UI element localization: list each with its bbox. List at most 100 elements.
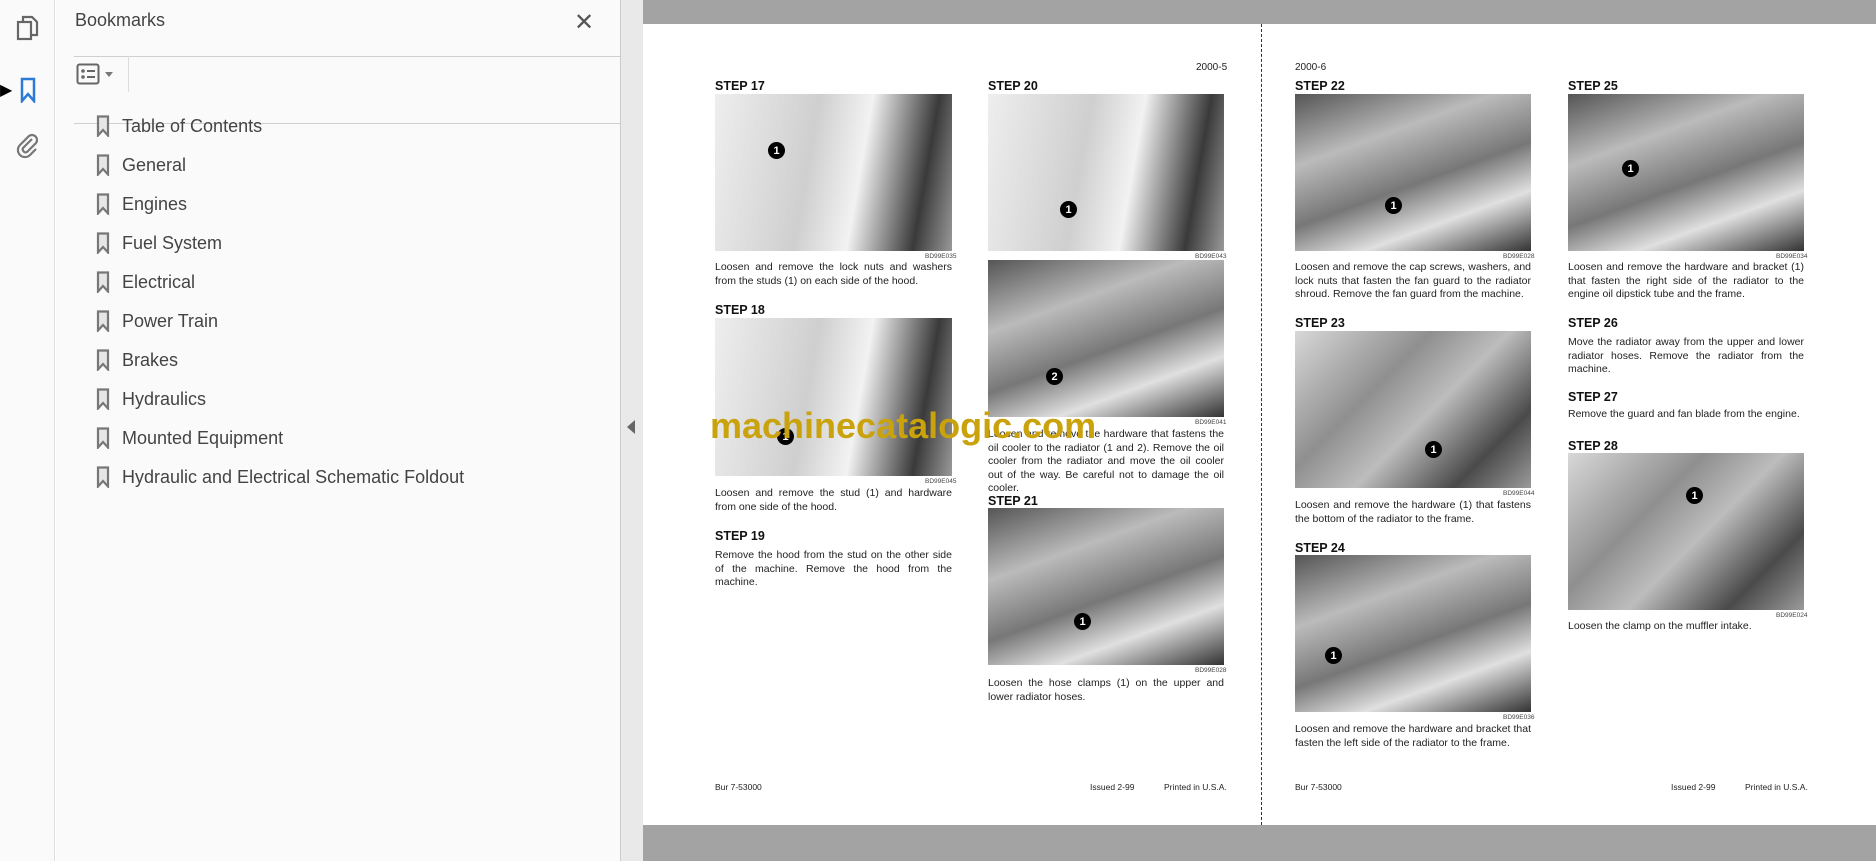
figure-code: BD99E028 [1195, 667, 1227, 674]
callout-number: 1 [1060, 201, 1077, 218]
footer-doc-number: Bur 7-53000 [1295, 782, 1342, 792]
step-photo: 1 [715, 318, 952, 476]
step-text: Loosen and remove the hardware and brack… [1568, 261, 1804, 300]
page-divider [1261, 24, 1262, 825]
step-heading: STEP 21 [988, 494, 1038, 508]
callout-number: 1 [1686, 487, 1703, 504]
step-heading: STEP 19 [715, 529, 765, 543]
step-heading: STEP 25 [1568, 79, 1618, 93]
bookmark-label: Engines [122, 193, 188, 214]
bookmark-item[interactable]: Power Train [96, 306, 218, 336]
bookmark-icon [96, 271, 110, 293]
panel-title: Bookmarks [75, 10, 166, 30]
callout-number: 1 [1622, 160, 1639, 177]
page-number: 2000-5 [1196, 62, 1228, 73]
step-photo: 2 [988, 260, 1224, 417]
bookmark-icon [96, 193, 110, 215]
step-text: Move the radiator away from the upper an… [1568, 336, 1804, 375]
step-heading: STEP 26 [1568, 316, 1618, 330]
bookmark-icon [96, 427, 110, 449]
watermark: machinecatalogic.com [710, 405, 1097, 446]
step-heading: STEP 28 [1568, 439, 1618, 453]
figure-code: BD99E036 [1503, 714, 1535, 721]
figure-code: BD99E044 [1503, 490, 1535, 497]
step-photo: 1 [1295, 331, 1531, 488]
bookmark-icon [96, 349, 110, 371]
callout-number: 1 [768, 142, 785, 159]
attachment-icon[interactable] [14, 132, 42, 160]
footer-printed: Printed in U.S.A. [1164, 782, 1227, 792]
bookmark-item[interactable]: Fuel System [96, 228, 222, 258]
step-photo: 1 [988, 508, 1224, 665]
bookmark-item[interactable]: Engines [96, 189, 187, 219]
step-heading: STEP 17 [715, 79, 765, 93]
figure-code: BD99E035 [925, 253, 957, 260]
list-options-icon [76, 63, 100, 85]
step-heading: STEP 27 [1568, 390, 1618, 404]
bookmark-label: Brakes [122, 349, 179, 370]
bookmark-icon [96, 154, 110, 176]
bookmark-icon [96, 310, 110, 332]
step-text: Remove the hood from the stud on the oth… [715, 549, 952, 588]
step-photo: 1 [1295, 94, 1531, 251]
bookmark-icon [96, 232, 110, 254]
figure-code: BD99E045 [925, 478, 957, 485]
step-heading: STEP 20 [988, 79, 1038, 93]
step-photo: 1 [715, 94, 952, 251]
step-photo: 1 [1295, 555, 1531, 712]
bookmark-item[interactable]: Mounted Equipment [96, 423, 283, 453]
callout-number: 1 [1325, 647, 1342, 664]
bookmark-item[interactable]: Table of Contents [96, 111, 262, 141]
step-text: Loosen and remove the stud (1) and hardw… [715, 487, 952, 513]
figure-code: BD99E034 [1776, 253, 1808, 260]
bookmark-icon [96, 115, 110, 137]
step-text: Loosen and remove the hardware and brack… [1295, 723, 1531, 749]
bookmark-label: Electrical [122, 271, 196, 292]
footer-issued: Issued 2-99 [1671, 782, 1716, 792]
bookmark-label: General [122, 154, 187, 175]
divider [128, 56, 129, 92]
page-number: 2000-6 [1295, 62, 1327, 73]
step-photo: 1 [1568, 453, 1804, 610]
collapse-panel-button[interactable] [620, 0, 643, 861]
chevron-down-icon [105, 71, 113, 77]
step-heading: STEP 22 [1295, 79, 1345, 93]
figure-code: BD99E043 [1195, 253, 1227, 260]
step-heading: STEP 18 [715, 303, 765, 317]
figure-code: BD99E024 [1776, 612, 1808, 619]
callout-number: 1 [1385, 197, 1402, 214]
callout-number: 1 [1425, 441, 1442, 458]
bookmark-item[interactable]: Electrical [96, 267, 195, 297]
step-photo: 1 [988, 94, 1224, 251]
bookmark-item[interactable]: Brakes [96, 345, 178, 375]
step-text: Loosen and remove the lock nuts and wash… [715, 261, 952, 287]
bookmark-label: Table of Contents [122, 115, 263, 136]
step-text: Remove the guard and fan blade from the … [1568, 408, 1800, 420]
bookmark-item[interactable]: General [96, 150, 186, 180]
bookmark-label: Hydraulics [122, 388, 207, 409]
bookmark-item[interactable]: Hydraulics [96, 384, 206, 414]
bookmark-options-button[interactable] [76, 62, 120, 86]
bookmark-item[interactable]: Hydraulic and Electrical Schematic Foldo… [96, 462, 464, 492]
footer-printed: Printed in U.S.A. [1745, 782, 1808, 792]
chevron-left-icon [627, 420, 635, 434]
bookmark-icon [96, 388, 110, 410]
callout-number: 2 [1046, 368, 1063, 385]
figure-code: BD99E041 [1195, 419, 1227, 426]
bookmark-icon[interactable] [14, 76, 42, 104]
bookmark-label: Fuel System [122, 232, 223, 253]
bookmarks-panel: Bookmarks ✕ Table of Contents General Engi… [56, 0, 660, 861]
mouse-cursor-icon: ▶ [0, 82, 13, 99]
pages-icon[interactable] [14, 14, 42, 42]
close-icon[interactable]: ✕ [574, 8, 594, 37]
step-heading: STEP 23 [1295, 316, 1345, 330]
bookmark-icon [96, 466, 110, 488]
bookmark-label: Mounted Equipment [122, 427, 284, 448]
step-photo: 1 [1568, 94, 1804, 251]
navigation-rail: ▶ [0, 0, 55, 861]
footer-doc-number: Bur 7-53000 [715, 782, 762, 792]
callout-number: 1 [1074, 613, 1091, 630]
step-text: Loosen the clamp on the muffler intake. [1568, 620, 1752, 632]
step-heading: STEP 24 [1295, 541, 1345, 555]
figure-code: BD99E028 [1503, 253, 1535, 260]
